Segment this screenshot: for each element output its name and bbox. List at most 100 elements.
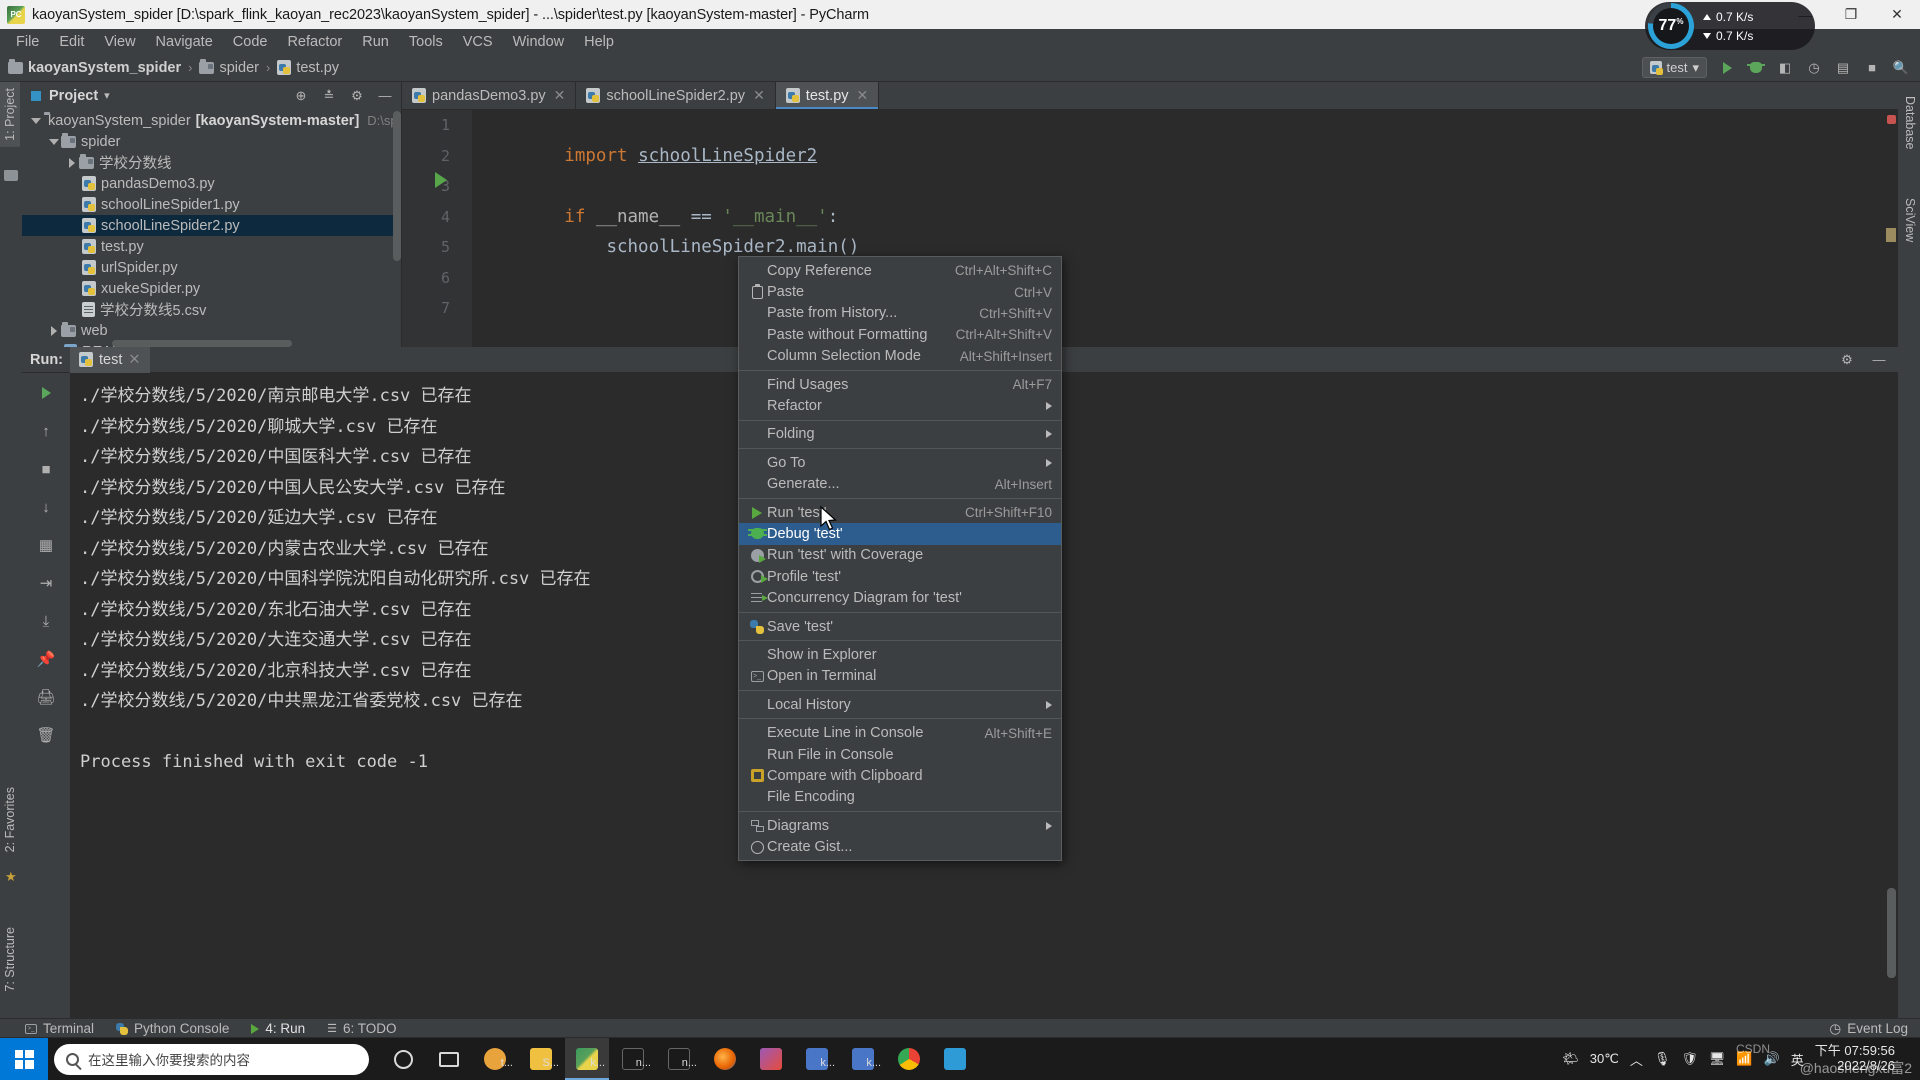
hide-panel-icon[interactable]: —	[1870, 351, 1888, 369]
menu-item-go-to[interactable]: Go To	[739, 452, 1061, 473]
print-icon[interactable]: 🖨	[34, 685, 58, 709]
twisty-right-icon[interactable]	[46, 325, 61, 336]
menu-help[interactable]: Help	[574, 32, 624, 52]
menu-item-diagrams[interactable]: Diagrams	[739, 815, 1061, 836]
start-button[interactable]	[0, 1038, 48, 1080]
sidebar-item-project[interactable]: 1: Project	[0, 82, 20, 147]
editor-scrollbar[interactable]	[1884, 110, 1898, 347]
run-button[interactable]	[1718, 59, 1736, 77]
delete-icon[interactable]: 🗑	[34, 723, 58, 747]
event-log-button[interactable]: ◷ Event Log	[1829, 1021, 1908, 1037]
project-tree[interactable]: kaoyanSystem_spider [kaoyanSystem-master…	[22, 109, 401, 347]
close-icon[interactable]: ✕	[857, 87, 869, 104]
editor-text[interactable]: import schoolLineSpider2 if __name__ == …	[480, 110, 1898, 347]
tool-todo[interactable]: ☰ 6: TODO	[327, 1021, 396, 1036]
project-tree-scrollbar[interactable]	[393, 111, 401, 261]
sidebar-item-favorites[interactable]: 2: Favorites	[0, 781, 20, 858]
coverage-button[interactable]: ◧	[1776, 59, 1794, 77]
taskbar-app-t[interactable]: t...	[473, 1038, 517, 1080]
taskbar-search-input[interactable]: 在这里输入你要搜索的内容	[54, 1043, 369, 1075]
scrollbar-thumb[interactable]	[1886, 228, 1896, 242]
menu-item-paste-from-history[interactable]: Paste from History... Ctrl+Shift+V	[739, 303, 1061, 324]
tree-item-scores-csv[interactable]: 学校分数线5.csv	[22, 299, 401, 320]
close-icon[interactable]: ✕	[554, 87, 566, 104]
twisty-down-icon[interactable]	[46, 138, 61, 145]
menu-item-file-encoding[interactable]: File Encoding	[739, 787, 1061, 808]
profile-button[interactable]: ◷	[1805, 59, 1823, 77]
gear-icon[interactable]: ⚙	[1838, 351, 1856, 369]
tray-shield-icon[interactable]: 🛡	[1681, 1051, 1698, 1067]
network-speed-widget[interactable]: 77% 0.7 K/s 0.7 K/s	[1645, 2, 1815, 50]
menu-view[interactable]: View	[94, 32, 145, 52]
close-icon[interactable]: ✕	[753, 87, 765, 104]
editor-gutter[interactable]: 1 2 3 4 5 6 7	[402, 110, 472, 347]
print-layout-icon[interactable]: ▦	[34, 533, 58, 557]
taskbar-app-firefox[interactable]	[703, 1038, 747, 1080]
menu-tools[interactable]: Tools	[399, 32, 453, 52]
tool-run[interactable]: 4: Run	[251, 1021, 305, 1036]
menu-item-folding[interactable]: Folding	[739, 424, 1061, 445]
menu-item-debug-test[interactable]: Debug 'test'	[739, 523, 1061, 545]
scroll-down-icon[interactable]: ↓	[34, 495, 58, 519]
taskbar-app-k2[interactable]: k...	[841, 1038, 885, 1080]
taskbar-app-chrome[interactable]	[887, 1038, 931, 1080]
run-gutter-icon[interactable]	[435, 172, 447, 188]
tree-item-pandasdemo3[interactable]: pandasDemo3.py	[22, 173, 401, 194]
taskbar-app-pycharm[interactable]: k...	[565, 1038, 609, 1080]
menu-item-run-test-with-coverage[interactable]: Run 'test' with Coverage	[739, 545, 1061, 566]
taskbar-app-snip[interactable]	[933, 1038, 977, 1080]
error-marker-icon[interactable]	[1887, 115, 1896, 124]
pin-icon[interactable]: 📌	[34, 647, 58, 671]
tray-up-arrow-icon[interactable]: ︿	[1630, 1050, 1643, 1069]
menu-vcs[interactable]: VCS	[453, 32, 503, 52]
menu-item-save-test[interactable]: Save 'test'	[739, 616, 1061, 637]
tab-pandasdemo3[interactable]: pandasDemo3.py ✕	[402, 82, 577, 109]
stop-icon[interactable]: ■	[34, 457, 58, 481]
close-icon[interactable]: ✕	[128, 352, 140, 368]
menu-item-show-in-explorer[interactable]: Show in Explorer	[739, 644, 1061, 665]
menu-refactor[interactable]: Refactor	[277, 32, 352, 52]
taskbar-app-n2[interactable]: n...	[657, 1038, 701, 1080]
menu-item-column-selection-mode[interactable]: Column Selection Mode Alt+Shift+Insert	[739, 346, 1061, 367]
menu-item-concurrency-diagram[interactable]: Concurrency Diagram for 'test'	[739, 587, 1061, 608]
menu-item-compare-with-clipboard[interactable]: Compare with Clipboard	[739, 765, 1061, 786]
breadcrumb-file[interactable]: test.py	[277, 60, 339, 76]
menu-item-paste[interactable]: Paste Ctrl+V	[739, 281, 1061, 302]
twisty-right-icon[interactable]	[64, 157, 79, 168]
tree-item-xuekespider[interactable]: xuekeSpider.py	[22, 278, 401, 299]
menu-item-open-in-terminal[interactable]: >_ Open in Terminal	[739, 666, 1061, 687]
menu-item-run-file-in-console[interactable]: Run File in Console	[739, 744, 1061, 765]
scroll-to-end-icon[interactable]: ⤓	[34, 609, 58, 633]
menu-item-execute-line-in-console[interactable]: Execute Line in Console Alt+Shift+E	[739, 722, 1061, 743]
tree-item-web[interactable]: web	[22, 320, 401, 341]
menu-item-copy-reference[interactable]: Copy Reference Ctrl+Alt+Shift+C	[739, 260, 1061, 281]
taskbar-app-k1[interactable]: k...	[795, 1038, 839, 1080]
run-configuration-selector[interactable]: test ▾	[1641, 57, 1707, 78]
tree-item-scores-folder[interactable]: 学校分数线	[22, 152, 401, 173]
console-scrollbar[interactable]	[1887, 888, 1896, 978]
tray-monitor-icon[interactable]: 🖥	[1709, 1051, 1726, 1067]
search-everywhere-icon[interactable]: 🔍	[1892, 59, 1910, 77]
taskbar-app-n1[interactable]: n...	[611, 1038, 655, 1080]
menu-item-run-test[interactable]: Run 'test' Ctrl+Shift+F10	[739, 502, 1061, 523]
menu-edit[interactable]: Edit	[49, 32, 94, 52]
menu-item-generate[interactable]: Generate... Alt+Insert	[739, 474, 1061, 495]
tree-item-schoollinespider2[interactable]: schoolLineSpider2.py	[22, 215, 401, 236]
menu-run[interactable]: Run	[352, 32, 399, 52]
gear-icon[interactable]: ⚙	[348, 87, 366, 105]
soft-wrap-icon[interactable]: ⇥	[34, 571, 58, 595]
menu-item-refactor[interactable]: Refactor	[739, 395, 1061, 416]
weather-icon[interactable]: 🌤	[1562, 1051, 1579, 1067]
stop-button[interactable]: ▤	[1834, 59, 1852, 77]
tool-terminal[interactable]: >_ Terminal	[25, 1021, 94, 1036]
menu-item-create-gist[interactable]: Create Gist...	[739, 836, 1061, 857]
chevron-down-icon[interactable]: ▾	[104, 89, 110, 102]
settings-gear-icon[interactable]: ■	[1863, 59, 1881, 77]
menu-item-profile-test[interactable]: Profile 'test'	[739, 566, 1061, 587]
run-tab-test[interactable]: test ✕	[70, 346, 150, 373]
tree-item-root[interactable]: kaoyanSystem_spider [kaoyanSystem-master…	[22, 110, 401, 131]
menu-code[interactable]: Code	[223, 32, 278, 52]
close-button[interactable]: ✕	[1874, 0, 1920, 29]
breadcrumb-project[interactable]: kaoyanSystem_spider	[8, 58, 181, 76]
code-editor[interactable]: 1 2 3 4 5 6 7 import schoolLineSpider2 i…	[402, 110, 1898, 347]
